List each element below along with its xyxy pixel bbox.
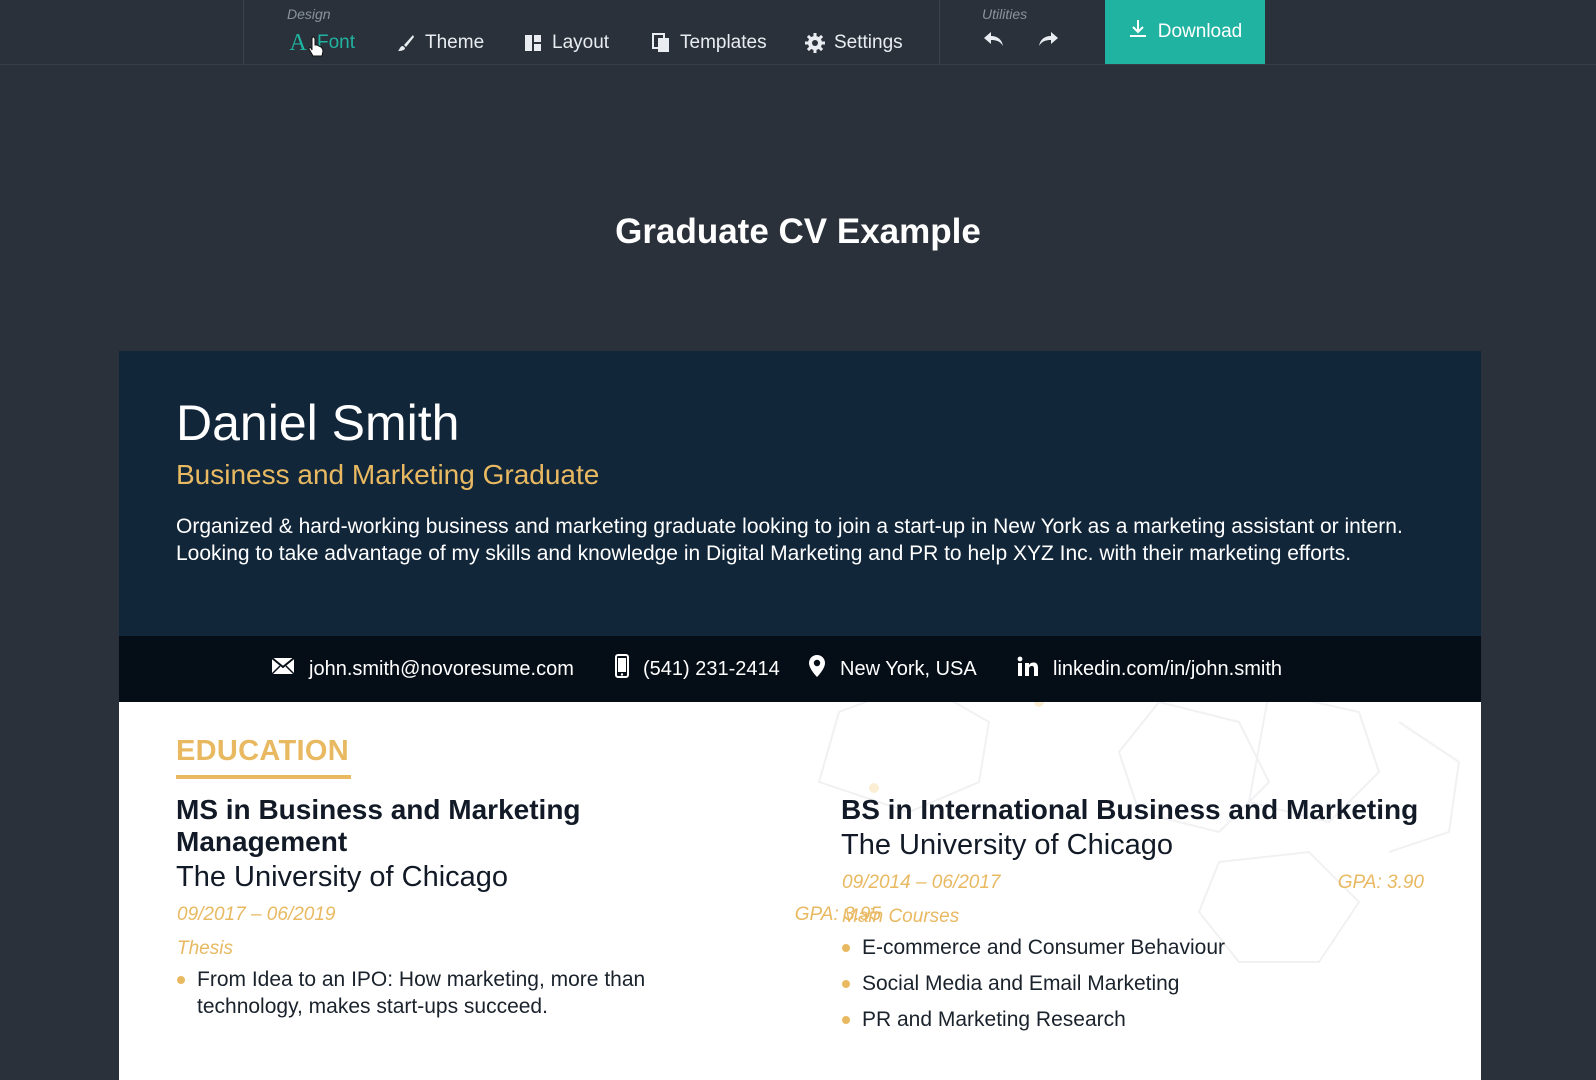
redo-icon: [1037, 30, 1059, 53]
degree-title[interactable]: BS in International Business and Marketi…: [841, 794, 1418, 826]
degree-title-continued[interactable]: Management: [176, 826, 347, 858]
hand-cursor-icon: [308, 36, 324, 63]
linkedin-icon: [1017, 656, 1039, 682]
contact-linkedin-text: linkedin.com/in/john.smith: [1053, 657, 1282, 680]
list-item[interactable]: PR and Marketing Research: [842, 1006, 1126, 1033]
education-dates[interactable]: 09/2017 – 06/2019: [177, 904, 336, 926]
resume-summary[interactable]: Organized & hard-working business and ma…: [176, 513, 1436, 567]
undo-button[interactable]: [977, 28, 1011, 54]
contact-linkedin[interactable]: linkedin.com/in/john.smith: [1017, 636, 1282, 702]
download-label: Download: [1157, 21, 1243, 42]
layout-tool-label: Layout: [552, 32, 610, 53]
layout-icon: [523, 33, 543, 53]
page-title: Graduate CV Example: [615, 212, 981, 251]
toolbar-divider: [939, 0, 940, 64]
resume-role[interactable]: Business and Marketing Graduate: [176, 459, 599, 491]
envelope-icon: [271, 657, 295, 681]
list-item[interactable]: From Idea to an IPO: How marketing, more…: [177, 966, 717, 1020]
templates-tool-button[interactable]: Templates: [651, 28, 767, 58]
resume-header: Daniel Smith Business and Marketing Grad…: [119, 351, 1481, 636]
settings-tool-label: Settings: [834, 32, 903, 53]
redo-button[interactable]: [1031, 28, 1065, 54]
school-name[interactable]: The University of Chicago: [841, 829, 1173, 862]
download-button[interactable]: Download: [1105, 0, 1265, 64]
contact-phone[interactable]: (541) 231-2414: [615, 636, 780, 702]
education-section-title[interactable]: EDUCATION: [176, 735, 349, 768]
contact-email-text: john.smith@novoresume.com: [309, 657, 574, 680]
toolbar-divider: [243, 0, 244, 64]
layout-tool-button[interactable]: Layout: [523, 28, 609, 58]
education-dates[interactable]: 09/2014 – 06/2017: [842, 872, 1001, 894]
design-group-label: Design: [287, 6, 331, 22]
resume-name[interactable]: Daniel Smith: [176, 394, 459, 452]
theme-tool-label: Theme: [425, 32, 485, 53]
map-pin-icon: [808, 654, 826, 684]
font-icon: A: [289, 30, 307, 56]
contact-email[interactable]: john.smith@novoresume.com: [271, 636, 574, 702]
education-sublabel[interactable]: Main Courses: [842, 906, 959, 928]
degree-title[interactable]: MS in Business and Marketing: [176, 794, 581, 826]
resume-body: EDUCATION MS in Business and Marketing M…: [119, 702, 1481, 1080]
templates-icon: [651, 33, 671, 53]
contact-bar: john.smith@novoresume.com (541) 231-2414…: [119, 636, 1481, 702]
theme-tool-button[interactable]: Theme: [396, 28, 484, 58]
brush-icon: [396, 33, 416, 53]
contact-location-text: New York, USA: [840, 657, 977, 680]
utilities-group-label: Utilities: [982, 6, 1028, 22]
templates-tool-label: Templates: [680, 32, 767, 53]
list-item[interactable]: Social Media and Email Marketing: [841, 970, 1179, 997]
section-underline: [176, 775, 351, 779]
undo-icon: [983, 30, 1005, 53]
download-icon: [1128, 19, 1148, 45]
top-toolbar: Design A Font Theme Layout Templates Set…: [0, 0, 1596, 65]
education-sublabel[interactable]: Thesis: [177, 938, 233, 960]
contact-location[interactable]: New York, USA: [808, 636, 977, 702]
gear-icon: [805, 33, 825, 53]
education-gpa[interactable]: GPA: 3.90: [1224, 872, 1424, 894]
settings-tool-button[interactable]: Settings: [805, 28, 903, 58]
phone-icon: [615, 654, 629, 684]
contact-phone-text: (541) 231-2414: [643, 657, 780, 680]
school-name[interactable]: The University of Chicago: [176, 861, 508, 894]
list-item[interactable]: E-commerce and Consumer Behaviour: [842, 934, 1225, 961]
resume-preview[interactable]: Daniel Smith Business and Marketing Grad…: [119, 351, 1481, 1080]
